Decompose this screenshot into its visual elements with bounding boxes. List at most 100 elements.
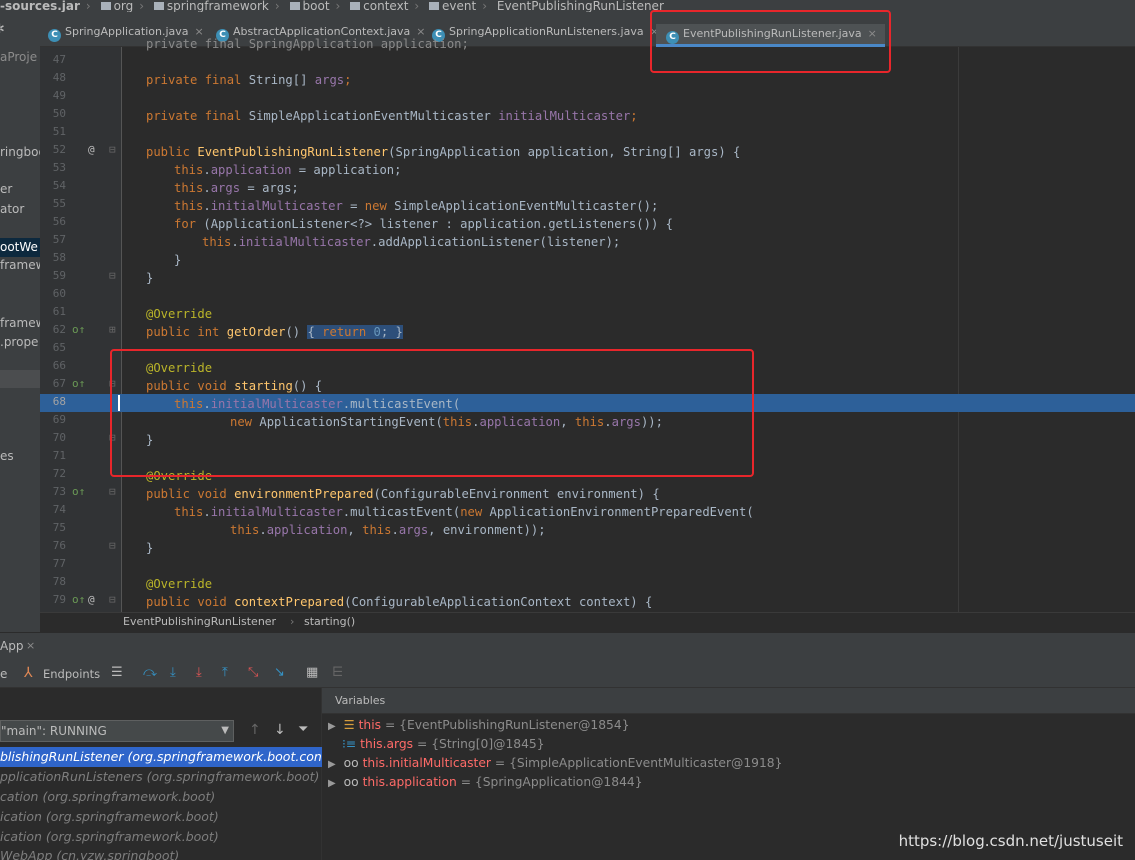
drop-frame-icon[interactable]: ⤡ <box>248 665 258 681</box>
variables-header: Variables <box>322 688 1135 714</box>
project-tree-item[interactable]: framew <box>0 258 40 272</box>
at-icon[interactable]: @ <box>88 593 95 606</box>
fold-icon[interactable]: ⊟ <box>109 539 116 552</box>
code-line-79: public void contextPrepared(Configurable… <box>146 595 653 609</box>
debug-tab-app[interactable]: App <box>0 639 23 653</box>
right-margin-guide <box>958 47 959 612</box>
code-line-75: this.application, this.args, environment… <box>230 523 546 537</box>
menu-icon[interactable]: ☰ <box>111 665 123 681</box>
fold-icon[interactable]: ⊟ <box>109 485 116 498</box>
nav-crumb-boot[interactable]: boot <box>303 0 330 12</box>
override-marker-icon[interactable]: o↑ <box>72 593 85 606</box>
step-into-icon[interactable]: ⤓ <box>196 665 202 681</box>
evaluate-expression-icon[interactable]: ▦ <box>306 665 318 681</box>
code-line-58: } <box>174 253 182 267</box>
variables-title: Variables <box>335 694 386 707</box>
frame-item[interactable]: WebApp (cn.yzw.springboot) <box>0 846 322 860</box>
project-tree-item-selected[interactable]: ootWe <box>0 238 40 257</box>
step-over-icon[interactable]: ⤓ <box>170 665 176 681</box>
project-tree-item[interactable]: es <box>0 449 14 463</box>
line-number: 56 <box>52 215 66 228</box>
code-line-54: this.args = args; <box>174 181 299 195</box>
step-out-icon[interactable]: ⤒ <box>222 665 228 681</box>
console-tab-icon[interactable]: e <box>0 667 7 681</box>
line-number: 59 <box>52 269 66 282</box>
nav-crumb-jar[interactable]: -sources.jar <box>0 0 80 12</box>
fold-icon[interactable]: ⊟ <box>109 269 116 282</box>
arrow-down-icon[interactable]: ↓ <box>274 722 286 738</box>
project-tool-window: ✲ aProje ringboo er ator ootWe framew fr… <box>0 12 40 632</box>
navigation-bar: -sources.jar › org › springframework › boot… <box>0 0 1135 12</box>
run-to-cursor-icon[interactable]: ↘ <box>274 665 285 681</box>
folder-icon <box>429 2 440 10</box>
frame-item[interactable]: cation (org.springframework.boot) <box>0 787 322 807</box>
annotation-box-tab <box>650 10 891 73</box>
arrow-up-icon[interactable]: ↑ <box>249 722 261 738</box>
expand-arrow-icon[interactable]: ▶ <box>328 778 336 789</box>
line-number: 72 <box>52 467 66 480</box>
line-number: 73 <box>52 485 66 498</box>
line-number: 62 <box>52 323 66 336</box>
override-marker-icon[interactable]: o↑ <box>72 485 85 498</box>
endpoints-tab[interactable]: Endpoints <box>43 667 100 681</box>
code-line-61: @Override <box>146 307 213 321</box>
code-line-73: public void environmentPrepared(Configur… <box>146 487 660 501</box>
project-tree-item[interactable]: aProje <box>0 50 37 64</box>
line-number: 48 <box>52 71 66 84</box>
nav-crumb-context[interactable]: context <box>363 0 408 12</box>
fold-icon[interactable]: ⊟ <box>109 143 116 156</box>
code-line-62: public int getOrder() { return 0; } <box>146 325 403 339</box>
show-execution-point-icon[interactable]: ⤼ <box>143 665 157 681</box>
close-icon[interactable]: × <box>26 639 35 652</box>
expand-arrow-icon[interactable]: ▶ <box>328 721 336 732</box>
settings-icon[interactable]: ✲ <box>0 22 5 37</box>
at-icon[interactable]: @ <box>88 143 95 156</box>
code-line-55: this.initialMulticaster = new SimpleAppl… <box>174 199 659 213</box>
expand-arrow-icon[interactable]: ▶ <box>328 759 336 770</box>
code-line-53: this.application = application; <box>174 163 402 177</box>
project-tree-item[interactable]: ringboo <box>0 145 40 159</box>
line-number: 74 <box>52 503 66 516</box>
breadcrumb-method[interactable]: starting() <box>304 613 355 631</box>
line-number: 67 <box>52 377 66 390</box>
folder-icon <box>153 2 164 10</box>
folder-icon <box>289 2 300 10</box>
endpoints-icon[interactable]: ⅄ <box>24 665 33 681</box>
frame-item[interactable]: ication (org.springframework.boot) <box>0 807 322 827</box>
fold-icon[interactable]: ⊟ <box>109 593 116 606</box>
frame-item[interactable]: pplicationRunListeners (org.springframew… <box>0 767 322 787</box>
override-marker-icon[interactable]: o↑ <box>72 377 85 390</box>
frame-item[interactable]: ication (org.springframework.boot) <box>0 827 322 847</box>
line-number: 71 <box>52 449 66 462</box>
project-tree-item-highlight[interactable] <box>0 370 40 388</box>
variable-row[interactable]: ▶ oo this.application = {SpringApplicati… <box>328 773 643 792</box>
code-line-48: private final String[] args; <box>146 73 352 87</box>
breadcrumb-class[interactable]: EventPublishingRunListener <box>123 613 276 631</box>
line-number: 49 <box>52 89 66 102</box>
project-tree-item[interactable]: ator <box>0 202 24 216</box>
frame-item-selected[interactable]: blishingRunListener (org.springframework… <box>0 747 322 767</box>
nav-crumb-class[interactable]: EventPublishingRunListener <box>497 0 664 12</box>
thread-selector[interactable]: "main": RUNNING ▼ <box>0 720 234 742</box>
debug-toolbar: e ⅄ Endpoints ☰ ⤼ ⤓ ⤓ ⤒ ⤡ ↘ ▦ ⋿ <box>0 660 1135 688</box>
variable-row[interactable]: ▶ ☰ this = {EventPublishingRunListener@1… <box>328 716 630 735</box>
nav-crumb-event[interactable]: event <box>442 0 476 12</box>
chevron-down-icon: ▼ <box>221 725 229 736</box>
project-tree-item[interactable]: er <box>0 182 12 196</box>
variable-row[interactable]: ⁝≡ this.args = {String[0]@1845} <box>328 735 545 754</box>
folder-icon <box>100 2 111 10</box>
project-tree-item[interactable]: .prope <box>0 335 38 349</box>
variable-row[interactable]: ▶ oo this.initialMulticaster = {SimpleAp… <box>328 754 782 773</box>
line-number: 53 <box>52 161 66 174</box>
nav-crumb-org[interactable]: org <box>114 0 134 12</box>
fold-icon[interactable]: ⊞ <box>109 323 116 336</box>
override-marker-icon[interactable]: o↑ <box>72 323 85 336</box>
line-number: 76 <box>52 539 66 552</box>
nav-crumb-springframework[interactable]: springframework <box>167 0 269 12</box>
project-tree-item[interactable]: framew <box>0 316 40 330</box>
trace-icon[interactable]: ⋿ <box>332 665 343 681</box>
filter-icon[interactable]: ⏷ <box>298 722 308 737</box>
code-line-76: } <box>146 541 154 555</box>
line-number: 52 <box>52 143 66 156</box>
object-icon: ☰ <box>343 718 355 732</box>
